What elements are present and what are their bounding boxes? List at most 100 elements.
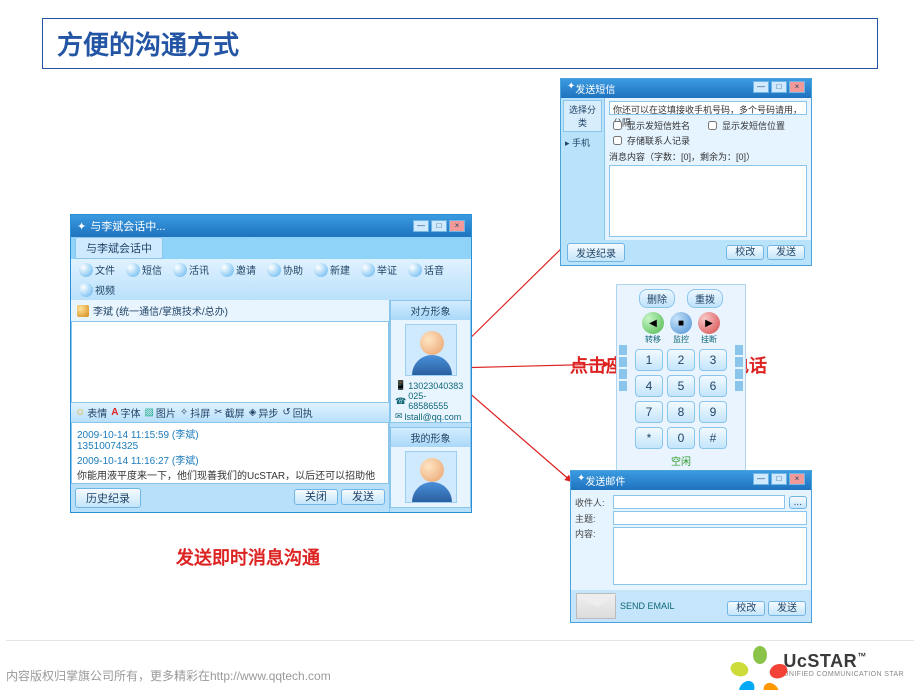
sms-titlebar[interactable]: ✦ 发送短信 — □ ×	[561, 79, 811, 98]
tbtn-video[interactable]: 视频	[75, 281, 119, 298]
sms-recipient-input[interactable]: 你还可以在这填接收手机号码，多个号码请用，分隔	[609, 101, 807, 115]
key-star[interactable]: *	[635, 427, 663, 449]
user-icon	[77, 305, 89, 317]
dial-keys: 1 2 3 4 5 6 7 8 9 * 0 #	[621, 349, 741, 449]
key-3[interactable]: 3	[699, 349, 727, 371]
key-8[interactable]: 8	[667, 401, 695, 423]
tbtn-help[interactable]: 协助	[263, 261, 307, 278]
mail-titlebar[interactable]: ✦ 发送邮件 — □ ×	[571, 471, 811, 490]
dial-transfer[interactable]: ◀	[642, 312, 664, 334]
key-0[interactable]: 0	[667, 427, 695, 449]
mtab-review[interactable]: ↺回执	[282, 405, 312, 420]
key-hash[interactable]: #	[699, 427, 727, 449]
mtab-screenshot[interactable]: ✂截屏	[214, 405, 244, 420]
peer-landline[interactable]: ☎025-68586555	[391, 391, 470, 411]
tbtn-new[interactable]: 新建	[310, 261, 354, 278]
my-avatar	[405, 451, 457, 503]
peer-name: 李斌 (统一通信/掌旗技术/总办)	[93, 303, 228, 318]
mtab-paste[interactable]: ◈异步	[249, 405, 279, 420]
mail-window: ✦ 发送邮件 — □ × 收件人: ... 主题: 内容:	[570, 470, 812, 623]
file-icon	[79, 263, 93, 277]
send-chat-button[interactable]: 发送	[341, 489, 385, 505]
tbtn-invite[interactable]: 邀请	[216, 261, 260, 278]
sms-history-button[interactable]: 发送纪录	[567, 243, 625, 262]
sms-text-area[interactable]	[609, 165, 807, 237]
tbtn-sms[interactable]: 短信	[122, 261, 166, 278]
peer-avatar-header: 对方形象	[391, 301, 470, 320]
sms-opt3[interactable]: 存储联系人记录	[609, 133, 807, 148]
hist-line2: 13510074325	[77, 441, 383, 452]
peer-mobile[interactable]: 📱13023040383	[391, 380, 470, 391]
dial-hangup[interactable]: ▶	[698, 312, 720, 334]
minimize-button[interactable]: —	[413, 220, 429, 232]
vol-right	[735, 345, 743, 391]
mail-min[interactable]: —	[753, 473, 769, 485]
history-panel[interactable]: 2009-10-14 11:15:59 (李斌) 13510074325 200…	[71, 422, 389, 484]
sms-close-button[interactable]: 校改	[726, 245, 764, 260]
sms-opt1[interactable]: 显示发短信姓名	[609, 118, 690, 133]
mtab-font[interactable]: A字体	[111, 405, 140, 420]
key-4[interactable]: 4	[635, 375, 663, 397]
mail-body-input[interactable]	[613, 527, 807, 585]
mail-subject-input[interactable]	[613, 511, 807, 525]
sms-group-mobile[interactable]: ▸ 手机	[561, 134, 604, 151]
dial-delete[interactable]: 删除	[639, 289, 675, 308]
invite-icon	[220, 263, 234, 277]
tbtn-addin[interactable]: 举证	[357, 261, 401, 278]
addin-icon	[361, 263, 375, 277]
close-chat-button[interactable]: 关闭	[294, 489, 338, 505]
mtab-shake[interactable]: ✧抖屏	[180, 405, 210, 420]
star-icon	[743, 648, 777, 682]
tbtn-dial[interactable]: 活讯	[169, 261, 213, 278]
hist-line3-msg: 你能用液平度来一下，他们现善我们的UcSTAR，以后还可以招助他们的平台推进电力…	[77, 467, 383, 484]
chat-tab[interactable]: 与李斌会话中	[75, 237, 163, 259]
dial-hold[interactable]: ■	[670, 312, 692, 334]
history-button[interactable]: 历史纪录	[75, 488, 141, 508]
footer-text: 内容版权归掌旗公司所有，更多精彩在http://www.qqtech.com	[6, 667, 331, 684]
peer-avatar	[405, 324, 457, 376]
mail-close-button[interactable]: 校改	[727, 601, 765, 616]
mail-to-browse[interactable]: ...	[789, 496, 807, 509]
key-7[interactable]: 7	[635, 401, 663, 423]
dial-redial[interactable]: 重拨	[687, 289, 723, 308]
sms-send-button[interactable]: 发送	[767, 245, 805, 260]
sms-max[interactable]: □	[771, 81, 787, 93]
sms-app-icon: ✦	[567, 81, 575, 96]
key-5[interactable]: 5	[667, 375, 695, 397]
my-avatar-header: 我的形象	[391, 428, 470, 447]
tbtn-voice[interactable]: 话音	[404, 261, 448, 278]
peer-info: 李斌 (统一通信/掌旗技术/总办)	[71, 300, 389, 321]
hist-line1: 2009-10-14 11:15:59 (李斌)	[77, 426, 383, 441]
chat-titlebar[interactable]: ✦ 与李斌会话中... — □ ×	[71, 215, 471, 237]
sms-window: ✦ 发送短信 — □ × 选择分类 ▸ 手机 你还可以在这填接收手机号码，多个号…	[560, 78, 812, 266]
sms-opt2[interactable]: 显示发短信位置	[704, 118, 785, 133]
brand: UcSTAR	[783, 651, 857, 671]
maximize-button[interactable]: □	[431, 220, 447, 232]
mtab-image[interactable]: ▧图片	[144, 405, 175, 420]
key-2[interactable]: 2	[667, 349, 695, 371]
brand-tagline: UNIFIED COMMUNICATION STAR	[783, 671, 904, 678]
message-display	[71, 321, 389, 403]
input-toolbar: ☺表情 A字体 ▧图片 ✧抖屏 ✂截屏 ◈异步 ↺回执	[71, 403, 389, 422]
sms-min[interactable]: —	[753, 81, 769, 93]
chat-title-text: 与李斌会话中...	[90, 218, 165, 234]
mail-send-button[interactable]: 发送	[768, 601, 806, 616]
mail-to-input[interactable]	[613, 495, 785, 509]
mail-title-text: 发送邮件	[585, 473, 625, 488]
mtab-emoji[interactable]: ☺表情	[75, 405, 107, 420]
key-1[interactable]: 1	[635, 349, 663, 371]
peer-email[interactable]: ✉lstall@qq.com	[391, 411, 470, 422]
sms-category-button[interactable]: 选择分类	[563, 100, 602, 132]
key-9[interactable]: 9	[699, 401, 727, 423]
annot-im: 发送即时消息沟通	[176, 544, 320, 570]
key-6[interactable]: 6	[699, 375, 727, 397]
mail-send-link[interactable]: SEND EMAIL	[620, 601, 675, 611]
slide-title-bar: 方便的沟通方式	[42, 18, 878, 69]
mail-max[interactable]: □	[771, 473, 787, 485]
ucstar-logo: UcSTAR™ UNIFIED COMMUNICATION STAR	[743, 648, 904, 682]
close-button[interactable]: ×	[449, 220, 465, 232]
dialpad: 删除 重拨 ◀ 转移 ■ 监控 ▶ 挂断 1 2 3 4 5 6	[616, 284, 746, 473]
tbtn-file[interactable]: 文件	[75, 261, 119, 278]
sms-close[interactable]: ×	[789, 81, 805, 93]
mail-close[interactable]: ×	[789, 473, 805, 485]
